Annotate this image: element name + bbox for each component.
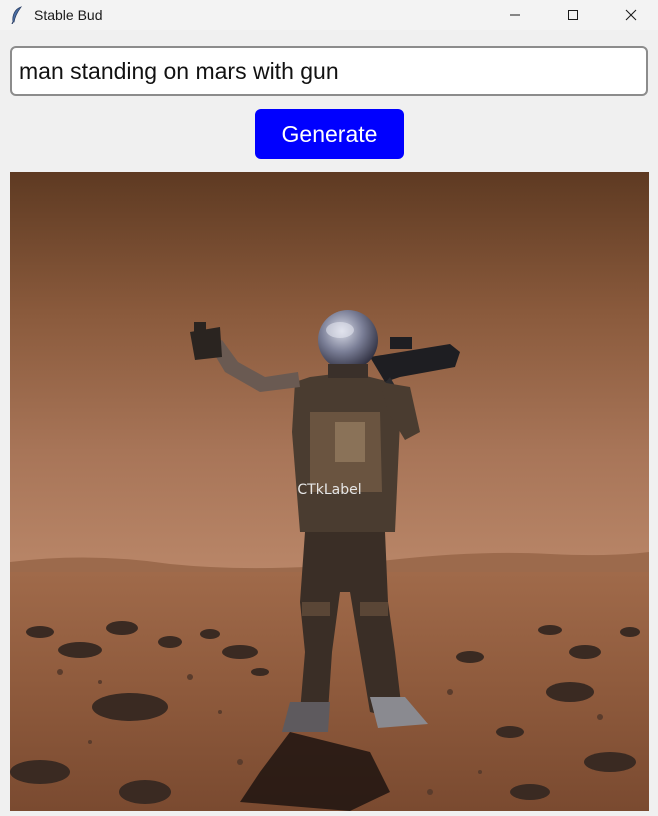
maximize-icon (568, 10, 578, 20)
minimize-icon (510, 14, 520, 16)
close-icon (625, 9, 637, 21)
app-window: Stable Bud Generate (0, 0, 658, 816)
generate-button[interactable]: Generate (255, 109, 404, 159)
close-button[interactable] (608, 0, 654, 30)
feather-icon (9, 6, 25, 25)
maximize-button[interactable] (550, 0, 596, 30)
window-title: Stable Bud (34, 7, 103, 23)
prompt-input[interactable] (10, 46, 648, 96)
minimize-button[interactable] (492, 0, 538, 30)
title-bar[interactable]: Stable Bud (0, 0, 658, 30)
generated-image: CTkLabel (10, 172, 649, 811)
image-label: CTkLabel (297, 482, 362, 498)
